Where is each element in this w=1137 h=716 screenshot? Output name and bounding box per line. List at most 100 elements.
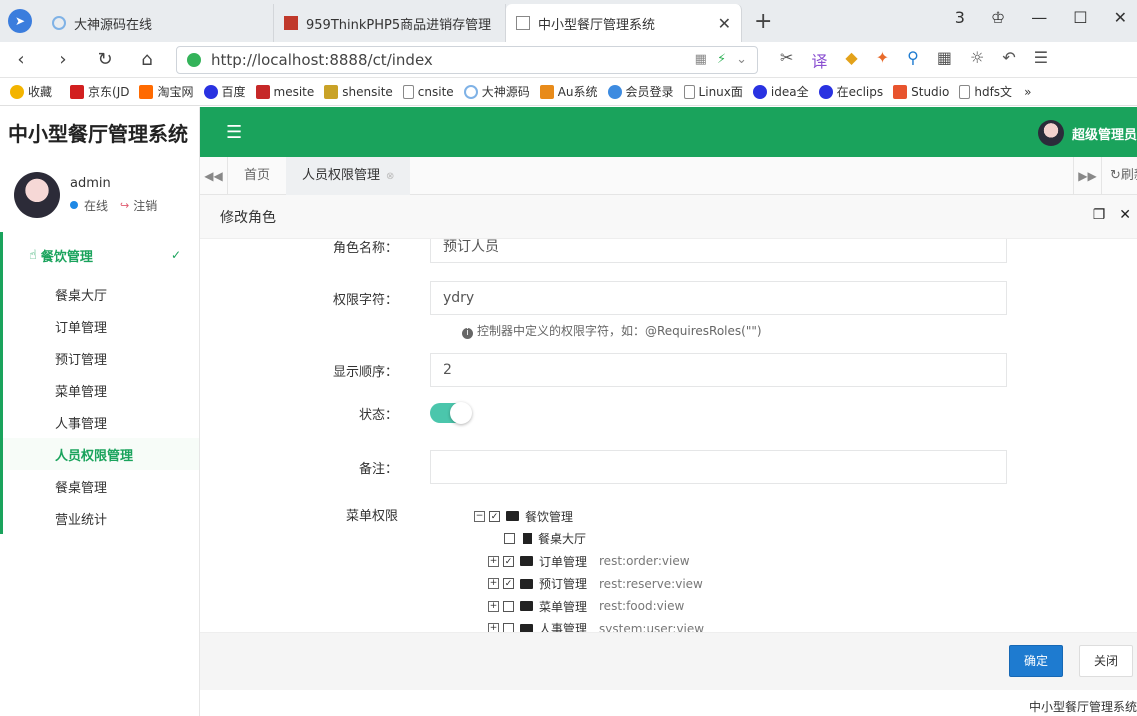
baidu-icon (818, 84, 833, 99)
bookmark-item[interactable]: 收藏 (10, 83, 52, 100)
forward-icon[interactable]: › (42, 49, 84, 70)
bookmark-item[interactable]: mesite (255, 84, 314, 99)
dialog-title-bar: 修改角色 ❐ ✕ (200, 195, 1137, 239)
bookmark-item[interactable]: shensite (324, 84, 393, 99)
shirt-icon[interactable]: ♔ (991, 8, 1005, 27)
bookmark-item[interactable]: cnsite (402, 84, 454, 99)
browser-tab-2[interactable]: 959ThinkPHP5商品进销存管理 (274, 4, 506, 42)
bookmark-item[interactable]: Linux面 (683, 83, 743, 100)
sidebar: admin 在线 ↪ 注销 ☝ 餐饮管理 ✓ 餐桌大厅 订单管理 预订管理 菜单… (0, 157, 200, 716)
tab-home[interactable]: 首页 (228, 157, 286, 195)
bookmark-item[interactable]: 京东(JD (70, 83, 129, 100)
secure-icon (187, 52, 201, 67)
bookmark-item[interactable]: idea全 (752, 83, 809, 100)
app-brand-title: 中小型餐厅管理系统 (0, 107, 200, 157)
bookmark-item[interactable]: hdfs文 (959, 83, 1012, 100)
minimize-button[interactable]: — (1031, 8, 1047, 27)
refresh-button[interactable]: ↻刷新 (1101, 157, 1137, 195)
url-text: http://localhost:8888/ct/index (211, 50, 433, 69)
tree-checkbox[interactable]: ✓ (503, 555, 514, 567)
tree-checkbox[interactable] (504, 533, 515, 545)
expand-icon[interactable]: + (488, 600, 499, 612)
maximize-icon[interactable]: ❐ (1093, 207, 1106, 223)
search-icon[interactable]: ⚲ (907, 48, 919, 72)
bookmark-item[interactable]: 会员登录 (607, 83, 674, 100)
sidebar-item-tables[interactable]: 餐桌管理 (3, 470, 199, 502)
apps-icon[interactable]: ▦ (937, 48, 952, 72)
hamburger-icon[interactable]: ☰ (226, 122, 242, 143)
menu-icon[interactable]: ☰ (1034, 48, 1048, 72)
sidebar-group-header[interactable]: ☝ 餐饮管理 ✓ (3, 232, 199, 278)
remark-input[interactable] (430, 450, 1007, 484)
expand-icon[interactable]: + (488, 555, 499, 567)
bookmark-item[interactable]: 在eclips (818, 83, 883, 100)
browser-tab-1[interactable]: 大神源码在线 (42, 4, 274, 42)
sidebar-item-reservations[interactable]: 预订管理 (3, 342, 199, 374)
tree-checkbox[interactable] (503, 600, 514, 612)
tabs-left-icon[interactable]: ◀◀ (200, 156, 228, 195)
bookmark-item[interactable]: 百度 (203, 83, 246, 100)
sidebar-item-orders[interactable]: 订单管理 (3, 310, 199, 342)
close-window-button[interactable]: ✕ (1114, 8, 1127, 27)
confirm-button[interactable]: 确定 (1009, 645, 1064, 677)
sidebar-item-menus[interactable]: 菜单管理 (3, 374, 199, 406)
browser-logo-icon: ➤ (8, 9, 32, 33)
undo-icon[interactable]: ↶ (1002, 48, 1015, 72)
top-navbar: ☰ 超级管理员 (200, 107, 1137, 157)
tree-checkbox[interactable]: ✓ (503, 578, 514, 590)
sidebar-item-permissions[interactable]: 人员权限管理 (3, 438, 199, 470)
gamepad-icon[interactable]: ✦ (876, 48, 889, 72)
status-toggle[interactable] (430, 402, 472, 424)
bookmarks-overflow[interactable]: » (1024, 85, 1031, 99)
sidebar-item-personnel[interactable]: 人事管理 (3, 406, 199, 438)
role-key-input[interactable]: ydry (430, 281, 1007, 315)
remark-label: 备注： (358, 461, 398, 477)
tab-permissions[interactable]: 人员权限管理 ⊗ (286, 156, 411, 195)
tree-node-root: − ✓ 餐饮管理 (474, 509, 574, 524)
tree-checkbox[interactable] (503, 623, 514, 632)
browser-tab-3-active[interactable]: 中小型餐厅管理系统 ✕ (506, 4, 742, 42)
grid-icon[interactable]: ▦ (695, 52, 707, 67)
expand-icon[interactable]: + (488, 578, 499, 590)
file-icon (523, 533, 532, 545)
folder-icon (520, 623, 533, 632)
close-icon[interactable]: ⊗ (386, 171, 394, 182)
close-icon[interactable]: ✕ (1119, 207, 1131, 223)
tabs-right-icon[interactable]: ▶▶ (1073, 157, 1101, 195)
tab-favicon-icon (52, 16, 66, 30)
sort-order-input[interactable]: 2 (430, 353, 1007, 387)
chevron-down-icon[interactable]: ⌄ (736, 52, 747, 67)
tree-checkbox[interactable]: ✓ (489, 510, 500, 522)
folder-icon (520, 578, 533, 589)
bookmark-item[interactable]: 大神源码 (463, 83, 530, 100)
logout-link[interactable]: 注销 (133, 197, 157, 214)
user-menu[interactable]: 超级管理员 (1037, 120, 1137, 146)
avatar (14, 171, 60, 218)
bookmark-item[interactable]: 淘宝网 (139, 83, 194, 100)
close-button[interactable]: 关闭 (1079, 645, 1134, 677)
maximize-button[interactable]: ☐ (1073, 8, 1087, 27)
lightning-icon[interactable]: ⚡ (717, 52, 726, 67)
bookmark-item[interactable]: Studio (893, 84, 949, 99)
translate-icon[interactable]: 译 (811, 48, 827, 72)
new-tab-button[interactable]: + (754, 9, 772, 34)
reload-icon[interactable]: ↻ (84, 49, 126, 70)
folder-open-icon (506, 511, 519, 522)
scissors-icon[interactable]: ✂ (780, 48, 793, 72)
brightness-icon[interactable]: ☼ (970, 48, 984, 72)
sidebar-item-dining-hall[interactable]: 餐桌大厅 (3, 278, 199, 310)
collapse-icon[interactable]: − (474, 510, 485, 522)
role-name-input[interactable]: 预订人员 (430, 239, 1007, 263)
close-tab-icon[interactable]: ✕ (718, 14, 731, 33)
shield-icon[interactable]: ◆ (845, 48, 857, 72)
home-icon[interactable]: ⌂ (126, 49, 168, 70)
expand-icon[interactable]: + (488, 623, 499, 632)
tab-count-badge[interactable]: 3 (955, 8, 965, 27)
sidebar-item-statistics[interactable]: 营业统计 (3, 502, 199, 534)
cloud-icon (607, 84, 622, 99)
logout-icon[interactable]: ↪ (120, 199, 129, 212)
edit-role-dialog: 修改角色 ❐ ✕ 角色名称： 预订人员 权限字符： ydry i 控制器中定义的权… (200, 195, 1137, 716)
bookmark-item[interactable]: Au系统 (539, 83, 598, 100)
back-icon[interactable]: ‹ (0, 49, 42, 70)
url-input[interactable]: http://localhost:8888/ct/index ▦ ⚡ ⌄ (176, 45, 758, 74)
